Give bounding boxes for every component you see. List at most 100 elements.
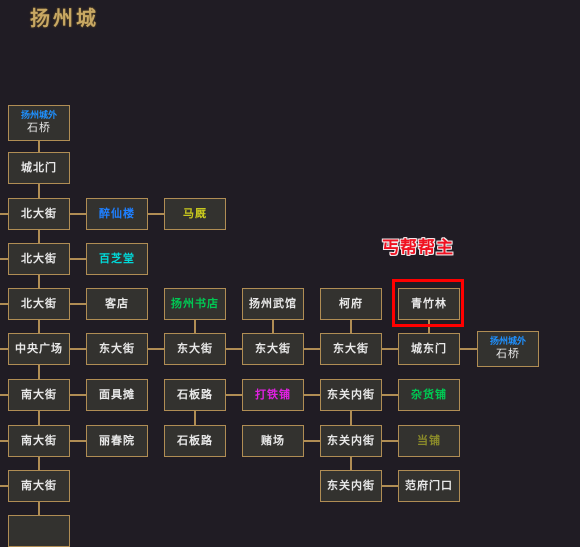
map-node-label: 东大街 <box>255 341 291 355</box>
map-node-label: 柯府 <box>339 296 363 310</box>
map-node-shiqiao-north[interactable]: 扬州城外 石桥 <box>8 105 70 141</box>
map-node-baizhitang[interactable]: 百芝堂 <box>86 243 148 275</box>
map-node-label: 石桥 <box>496 347 520 361</box>
map-node-label: 东关内街 <box>327 387 375 401</box>
map-connector <box>0 394 8 396</box>
map-node-label: 醉仙楼 <box>99 206 135 220</box>
map-node-kefu[interactable]: 柯府 <box>320 288 382 320</box>
map-node-label: 范府门口 <box>405 478 453 492</box>
map-connector <box>38 230 40 243</box>
map-node-label: 赌场 <box>261 433 285 447</box>
map-connector <box>226 394 242 396</box>
map-node-lichunyuan[interactable]: 丽春院 <box>86 425 148 457</box>
map-connector <box>70 303 86 305</box>
map-node-dongdajie-4[interactable]: 东大街 <box>320 333 382 365</box>
map-connector <box>38 184 40 198</box>
map-connector <box>70 394 86 396</box>
map-node-label: 城北门 <box>21 160 57 174</box>
map-node-label: 杂货铺 <box>411 387 447 401</box>
map-node-label: 北大街 <box>21 251 57 265</box>
map-connector <box>148 213 164 215</box>
map-node-majiu[interactable]: 马厩 <box>164 198 226 230</box>
map-node-kedian[interactable]: 客店 <box>86 288 148 320</box>
map-node-dongdajie-1[interactable]: 东大街 <box>86 333 148 365</box>
map-connector <box>304 440 320 442</box>
map-node-zhongyangguangchang[interactable]: 中央广场 <box>8 333 70 365</box>
map-connector <box>0 303 8 305</box>
map-connector <box>38 365 40 379</box>
map-connector <box>0 258 8 260</box>
map-node-nandajie-1[interactable]: 南大街 <box>8 379 70 411</box>
map-node-label: 百芝堂 <box>99 251 135 265</box>
map-node-zahuopu[interactable]: 杂货铺 <box>398 379 460 411</box>
map-connector <box>382 485 398 487</box>
map-node-dongguanneijie-1[interactable]: 东关内街 <box>320 379 382 411</box>
map-node-beidajie-1[interactable]: 北大街 <box>8 198 70 230</box>
map-node-label: 北大街 <box>21 296 57 310</box>
map-node-label: 中央广场 <box>15 341 63 355</box>
map-connector <box>382 348 398 350</box>
map-node-zuixianlou[interactable]: 醉仙楼 <box>86 198 148 230</box>
map-connector <box>350 411 352 425</box>
map-node-label: 石板路 <box>177 433 213 447</box>
map-node-label: 东大街 <box>333 341 369 355</box>
map-node-label: 城东门 <box>411 341 447 355</box>
map-node-nandajie-3[interactable]: 南大街 <box>8 470 70 502</box>
map-connector <box>0 213 8 215</box>
map-connector <box>70 213 86 215</box>
map-connector <box>70 258 86 260</box>
map-node-chengbeimen[interactable]: 城北门 <box>8 152 70 184</box>
map-node-label: 北大街 <box>21 206 57 220</box>
map-connector <box>38 141 40 152</box>
map-node-label: 东大街 <box>177 341 213 355</box>
map-connector <box>38 457 40 470</box>
map-node-dongguanneijie-3[interactable]: 东关内街 <box>320 470 382 502</box>
map-connector <box>0 440 8 442</box>
map-node-shibanlu-2[interactable]: 石板路 <box>164 425 226 457</box>
map-node-nandajie-2[interactable]: 南大街 <box>8 425 70 457</box>
map-node-sublabel: 扬州城外 <box>489 337 526 347</box>
map-node-beidajie-3[interactable]: 北大街 <box>8 288 70 320</box>
map-node-dongdajie-3[interactable]: 东大街 <box>242 333 304 365</box>
map-node-label: 石板路 <box>177 387 213 401</box>
map-connector <box>350 320 352 333</box>
page-title: 扬州城 <box>30 6 99 30</box>
map-node-label: 南大街 <box>21 433 57 447</box>
map-node-label: 面具摊 <box>99 387 135 401</box>
map-node-duchang[interactable]: 赌场 <box>242 425 304 457</box>
map-connector <box>70 348 86 350</box>
map-connector <box>304 394 320 396</box>
map-node-qingzhulin[interactable]: 青竹林 <box>398 288 460 320</box>
map-node-label: 南大街 <box>21 387 57 401</box>
map-node-label: 东大街 <box>99 341 135 355</box>
map-connector <box>38 275 40 288</box>
map-connector <box>272 320 274 333</box>
map-connector <box>382 440 398 442</box>
map-node-shiqiao-east[interactable]: 扬州城外 石桥 <box>477 331 539 367</box>
map-connector <box>350 457 352 470</box>
map-connector <box>428 320 430 333</box>
map-node-label: 当铺 <box>417 433 441 447</box>
map-node-nandajie-4[interactable] <box>8 515 70 547</box>
map-connector <box>0 485 8 487</box>
map-node-yangzhouwuguan[interactable]: 扬州武馆 <box>242 288 304 320</box>
map-node-dangpu[interactable]: 当铺 <box>398 425 460 457</box>
map-node-chengdongmen[interactable]: 城东门 <box>398 333 460 365</box>
map-node-yangzhoushudian[interactable]: 扬州书店 <box>164 288 226 320</box>
map-node-beidajie-2[interactable]: 北大街 <box>8 243 70 275</box>
map-node-dongdajie-2[interactable]: 东大街 <box>164 333 226 365</box>
map-node-datiepu[interactable]: 打铁铺 <box>242 379 304 411</box>
map-node-label: 马厩 <box>183 206 207 220</box>
map-connector <box>194 320 196 333</box>
map-node-label: 东关内街 <box>327 433 375 447</box>
map-connector <box>382 394 398 396</box>
map-node-label: 扬州武馆 <box>249 296 297 310</box>
map-node-shibanlu-1[interactable]: 石板路 <box>164 379 226 411</box>
map-node-sublabel: 扬州城外 <box>20 111 57 121</box>
map-node-fanfumenkou[interactable]: 范府门口 <box>398 470 460 502</box>
map-node-mianjutan[interactable]: 面具摊 <box>86 379 148 411</box>
map-node-label: 客店 <box>105 296 129 310</box>
marker-gaibang: 丐帮帮主 <box>382 238 454 258</box>
map-node-label: 丽春院 <box>99 433 135 447</box>
map-node-dongguanneijie-2[interactable]: 东关内街 <box>320 425 382 457</box>
